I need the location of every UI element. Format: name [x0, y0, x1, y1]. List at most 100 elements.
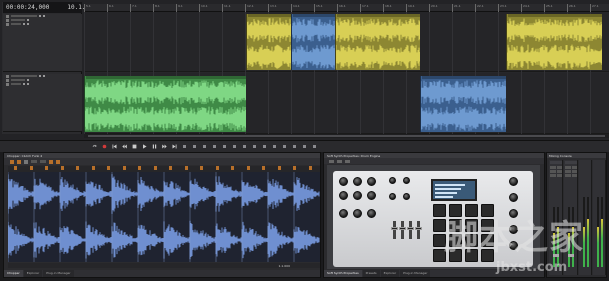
tab-soft-synth-properties[interactable]: Soft Synth Properties — [324, 270, 362, 277]
fader-handle[interactable] — [399, 227, 406, 230]
fast-forward-button[interactable] — [162, 144, 167, 149]
preset-dropdown[interactable] — [329, 159, 334, 163]
strip-button-row[interactable] — [565, 170, 577, 173]
arm-record-button[interactable] — [27, 19, 29, 21]
audio-clip[interactable] — [84, 76, 246, 132]
fader-handle[interactable] — [415, 227, 422, 230]
drum-pad[interactable] — [449, 219, 462, 232]
strip-button-row[interactable] — [565, 166, 577, 169]
strip-button[interactable] — [571, 166, 577, 169]
synth-knob[interactable] — [353, 177, 362, 186]
drum-pad[interactable] — [481, 234, 494, 247]
audio-clip[interactable] — [506, 14, 602, 70]
go-start-button[interactable] — [112, 144, 117, 149]
play-button[interactable] — [142, 144, 147, 149]
chop-marker[interactable] — [169, 166, 172, 170]
synth-knob[interactable] — [339, 177, 348, 186]
track-name-field[interactable] — [11, 15, 37, 17]
drum-pad[interactable] — [433, 249, 446, 262]
transport-tool-button[interactable] — [222, 144, 227, 149]
select-all-button[interactable] — [24, 159, 28, 164]
strip-button[interactable] — [550, 170, 556, 173]
strip-button[interactable] — [565, 166, 571, 169]
tab-plug-in-manager[interactable]: Plug-in Manager — [43, 270, 74, 277]
automation-button[interactable] — [27, 83, 29, 85]
chop-marker[interactable] — [76, 166, 79, 170]
synth-knob[interactable] — [403, 177, 410, 184]
volume-slider[interactable] — [11, 79, 25, 81]
transport-tool-button[interactable] — [232, 144, 237, 149]
transport-tool-button[interactable] — [182, 144, 187, 149]
drum-pad[interactable] — [449, 249, 462, 262]
strip-button-row[interactable] — [550, 166, 562, 169]
synth-fader[interactable] — [407, 221, 414, 239]
synth-knob[interactable] — [389, 177, 396, 184]
synth-knob[interactable] — [367, 191, 376, 200]
insert-region-button[interactable] — [17, 159, 21, 164]
audio-clip[interactable] — [420, 76, 506, 132]
drum-pad[interactable] — [433, 234, 446, 247]
tab-explorer[interactable]: Explorer — [23, 270, 43, 277]
chop-marker[interactable] — [293, 166, 296, 170]
synth-knob[interactable] — [339, 191, 348, 200]
chop-marker[interactable] — [277, 166, 281, 170]
chop-marker[interactable] — [107, 166, 110, 170]
timeline-ruler[interactable]: 5.1 6.1 7.1 8.1 9.1 10.1 11.1 12.1 13.1 14.1 15.1 1… — [84, 4, 609, 12]
synth-fader[interactable] — [399, 221, 406, 239]
synth-knob[interactable] — [367, 209, 376, 218]
loop-button[interactable] — [92, 144, 97, 149]
transport-tool-button[interactable] — [252, 144, 257, 149]
strip-button[interactable] — [565, 174, 571, 177]
chop-marker[interactable] — [231, 166, 234, 170]
drum-pad[interactable] — [433, 219, 446, 232]
drum-pad[interactable] — [449, 204, 462, 217]
chop-marker[interactable] — [14, 166, 17, 170]
tab-explorer[interactable]: Explorer — [380, 270, 400, 277]
volume-fader[interactable] — [568, 254, 574, 257]
drum-pad[interactable] — [481, 249, 494, 262]
go-end-button[interactable] — [172, 144, 177, 149]
synth-knob[interactable] — [509, 177, 518, 186]
snap-toggle[interactable] — [31, 160, 37, 163]
drum-pad[interactable] — [449, 234, 462, 247]
solo-button[interactable] — [43, 15, 45, 17]
arm-record-button[interactable] — [27, 79, 29, 81]
fader-handle[interactable] — [407, 227, 414, 230]
rewind-button[interactable] — [122, 144, 127, 149]
save-preset-button[interactable] — [337, 159, 342, 163]
strip-button[interactable] — [556, 174, 562, 177]
transport-tool-button[interactable] — [282, 144, 287, 149]
chop-marker[interactable] — [153, 166, 157, 170]
volume-slider[interactable] — [11, 19, 25, 21]
chop-marker[interactable] — [308, 166, 312, 170]
strip-button[interactable] — [571, 174, 577, 177]
transport-tool-button[interactable] — [242, 144, 247, 149]
insert-marker-button[interactable] — [10, 159, 14, 164]
chop-marker[interactable] — [200, 166, 203, 170]
strip-button[interactable] — [556, 166, 562, 169]
mute-button[interactable] — [39, 15, 41, 17]
automation-button[interactable] — [27, 23, 29, 25]
pause-button[interactable] — [152, 144, 157, 149]
strip-button[interactable] — [550, 166, 556, 169]
synth-knob[interactable] — [339, 209, 348, 218]
synth-knob[interactable] — [509, 193, 518, 202]
synth-knob[interactable] — [353, 209, 362, 218]
synth-knob[interactable] — [509, 209, 518, 218]
chop-marker[interactable] — [215, 166, 219, 170]
scrollbar-thumb[interactable] — [88, 135, 605, 137]
strip-button[interactable] — [556, 170, 562, 173]
fader-handle[interactable] — [391, 227, 398, 230]
strip-button-row[interactable] — [550, 174, 562, 177]
transport-tool-button[interactable] — [302, 144, 307, 149]
tab-plug-in-manager[interactable]: Plug-in Manager — [400, 270, 431, 277]
drum-pad[interactable] — [481, 204, 494, 217]
strip-button-row[interactable] — [565, 174, 577, 177]
tab-chopper[interactable]: Chopper — [4, 270, 23, 277]
pan-slider[interactable] — [11, 83, 21, 85]
record-button[interactable] — [102, 144, 107, 149]
volume-fader[interactable] — [553, 254, 559, 257]
arrow-right-button[interactable] — [56, 159, 60, 164]
transport-tool-button[interactable] — [202, 144, 207, 149]
chop-marker[interactable] — [122, 166, 126, 170]
